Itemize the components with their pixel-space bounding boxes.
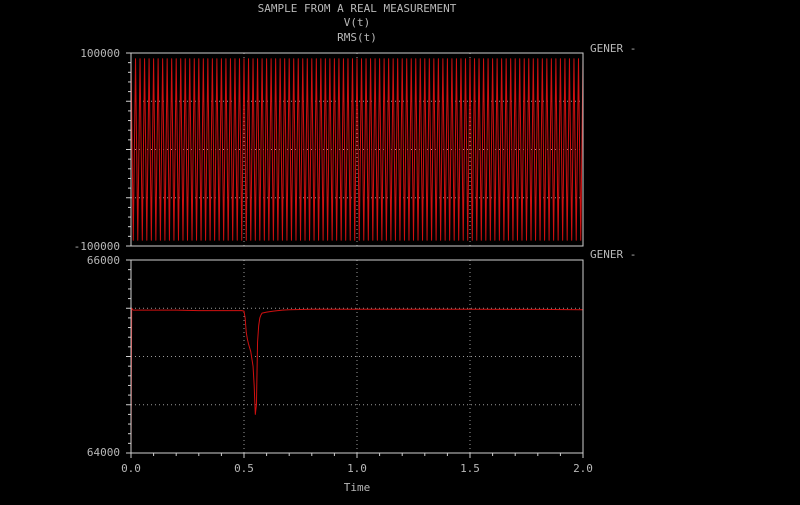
background: [0, 0, 800, 500]
y-tick-label-bottom-min: 64000: [87, 446, 120, 459]
y-tick-label-bottom-max: 66000: [87, 254, 120, 267]
y-tick-label-top-min: -100000: [74, 240, 120, 253]
x-tick-label-4: 2.0: [573, 462, 593, 475]
x-axis-label: Time: [344, 481, 371, 494]
panel-label-bottom: GENER -: [590, 248, 636, 261]
x-tick-label-0: 0.0: [121, 462, 141, 475]
y-tick-label-top-max: 100000: [80, 47, 120, 60]
chart-title-line-2: V(t): [344, 16, 371, 29]
chart-svg: SAMPLE FROM A REAL MEASUREMENT V(t) RMS(…: [0, 0, 800, 500]
x-tick-label-3: 1.5: [460, 462, 480, 475]
panel-label-top: GENER -: [590, 42, 636, 55]
chart-canvas: SAMPLE FROM A REAL MEASUREMENT V(t) RMS(…: [0, 0, 800, 500]
chart-title-line-1: SAMPLE FROM A REAL MEASUREMENT: [258, 2, 457, 15]
chart-title-line-3: RMS(t): [337, 31, 377, 44]
x-tick-label-2: 1.0: [347, 462, 367, 475]
x-tick-label-1: 0.5: [234, 462, 254, 475]
